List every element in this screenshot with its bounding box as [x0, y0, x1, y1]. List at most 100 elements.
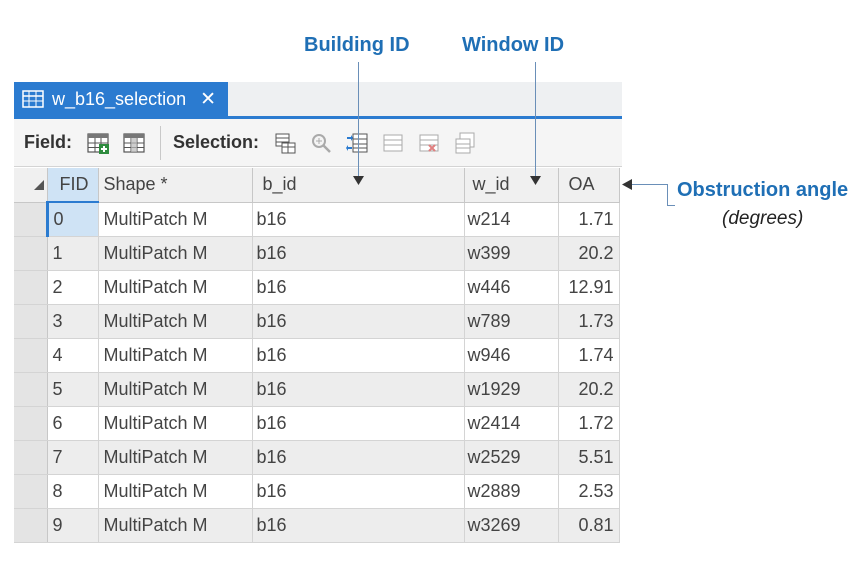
cell-fid[interactable]: 0 [45, 202, 99, 237]
cell-w-id[interactable]: w2529 [464, 440, 559, 475]
column-header-oa[interactable]: OA [558, 168, 620, 203]
table-row[interactable]: 0 MultiPatch Mb16 w214 1.71 [14, 202, 620, 237]
row-selector[interactable] [14, 474, 48, 509]
cell-fid[interactable]: 7 [47, 440, 99, 475]
cell-fid[interactable]: 3 [47, 304, 99, 339]
cell-oa[interactable]: 20.2 [558, 372, 620, 407]
close-icon[interactable]: ✕ [200, 88, 216, 111]
cell-oa[interactable]: 2.53 [558, 474, 620, 509]
cell-shape[interactable]: MultiPatch M [98, 304, 253, 339]
cell-fid[interactable]: 4 [47, 338, 99, 373]
cell-w-id[interactable]: w3269 [464, 508, 559, 543]
column-header-fid[interactable]: FID [47, 168, 99, 203]
tab-w-b16-selection[interactable]: w_b16_selection ✕ [14, 82, 228, 116]
cell-fid[interactable]: 8 [47, 474, 99, 509]
table-row[interactable]: 4 MultiPatch Mb16 w946 1.74 [14, 338, 620, 373]
table-row[interactable]: 5 MultiPatch Mb16 w1929 20.2 [14, 372, 620, 407]
table-row[interactable]: 1 MultiPatch Mb16 w399 20.2 [14, 236, 620, 271]
window-id-annotation: Window ID [462, 34, 565, 56]
cell-shape[interactable]: MultiPatch M [98, 406, 253, 441]
toolbar: Field: Selection: [14, 119, 622, 167]
cell-fid[interactable]: 1 [47, 236, 99, 271]
cell-b-id[interactable]: b16 [252, 304, 465, 339]
row-selector[interactable] [14, 406, 48, 441]
arrow-head-icon [530, 176, 541, 185]
cell-shape[interactable]: MultiPatch M [98, 474, 253, 509]
cell-oa[interactable]: 0.81 [558, 508, 620, 543]
cell-w-id[interactable]: w2889 [464, 474, 559, 509]
cell-shape[interactable]: MultiPatch M [98, 508, 253, 543]
cell-fid[interactable]: 9 [47, 508, 99, 543]
cell-shape[interactable]: MultiPatch M [98, 338, 253, 373]
row-selector[interactable] [14, 304, 48, 339]
cell-b-id[interactable]: b16 [252, 508, 465, 543]
cell-w-id[interactable]: w214 [464, 202, 559, 237]
row-selector[interactable] [14, 270, 48, 305]
cell-b-id[interactable]: b16 [252, 474, 465, 509]
cell-b-id[interactable]: b16 [252, 440, 465, 475]
row-selector[interactable] [14, 236, 48, 271]
calculate-field-icon[interactable] [122, 131, 146, 155]
table-icon [22, 90, 44, 108]
cell-shape[interactable]: MultiPatch M [98, 270, 253, 305]
select-by-attributes-icon[interactable] [273, 131, 297, 155]
cell-b-id[interactable]: b16 [252, 372, 465, 407]
row-selector[interactable] [14, 508, 48, 543]
table-row[interactable]: 7 MultiPatch Mb16 w2529 5.51 [14, 440, 620, 475]
tab-title: w_b16_selection [52, 88, 187, 109]
field-label: Field: [24, 132, 72, 152]
row-selector[interactable] [14, 440, 48, 475]
cell-b-id[interactable]: b16 [252, 202, 465, 237]
building-id-annotation: Building ID [304, 34, 410, 56]
obstruction-angle-arrow [632, 184, 668, 185]
table-row[interactable]: 3 MultiPatch Mb16 w789 1.73 [14, 304, 620, 339]
cell-fid[interactable]: 5 [47, 372, 99, 407]
cell-oa[interactable]: 12.91 [558, 270, 620, 305]
clear-selection-icon[interactable] [381, 131, 405, 155]
cell-shape[interactable]: MultiPatch M [98, 372, 253, 407]
row-selector[interactable] [14, 202, 48, 237]
cell-w-id[interactable]: w2414 [464, 406, 559, 441]
cell-oa[interactable]: 20.2 [558, 236, 620, 271]
corner-triangle-icon [33, 180, 44, 191]
cell-oa[interactable]: 1.71 [558, 202, 620, 237]
table-row[interactable]: 2 MultiPatch Mb16 w446 12.91 [14, 270, 620, 305]
cell-w-id[interactable]: w1929 [464, 372, 559, 407]
building-id-arrow [358, 62, 359, 180]
cell-oa[interactable]: 1.74 [558, 338, 620, 373]
arrow-head-icon [622, 179, 632, 190]
cell-w-id[interactable]: w446 [464, 270, 559, 305]
table-row[interactable]: 6 MultiPatch Mb16 w2414 1.72 [14, 406, 620, 441]
table-row[interactable]: 8 MultiPatch Mb16 w2889 2.53 [14, 474, 620, 509]
attribute-table: FID Shape * b_id w_id OA 0 MultiPatch Mb1… [14, 168, 620, 543]
cell-shape[interactable]: MultiPatch M [98, 202, 253, 237]
cell-fid[interactable]: 6 [47, 406, 99, 441]
row-selector[interactable] [14, 372, 48, 407]
select-all-corner[interactable] [14, 168, 48, 203]
cell-oa[interactable]: 1.72 [558, 406, 620, 441]
zoom-to-selection-icon[interactable] [309, 131, 333, 155]
cell-b-id[interactable]: b16 [252, 338, 465, 373]
toolbar-separator [160, 125, 161, 160]
cell-b-id[interactable]: b16 [252, 270, 465, 305]
cell-shape[interactable]: MultiPatch M [98, 236, 253, 271]
cell-fid[interactable]: 2 [47, 270, 99, 305]
cell-oa[interactable]: 5.51 [558, 440, 620, 475]
cell-shape[interactable]: MultiPatch M [98, 440, 253, 475]
cell-w-id[interactable]: w399 [464, 236, 559, 271]
cell-b-id[interactable]: b16 [252, 236, 465, 271]
column-header-shape[interactable]: Shape * [98, 168, 253, 203]
add-field-icon[interactable] [86, 131, 110, 155]
cell-w-id[interactable]: w946 [464, 338, 559, 373]
cell-b-id[interactable]: b16 [252, 406, 465, 441]
row-selector[interactable] [14, 338, 48, 373]
delete-selection-icon[interactable] [417, 131, 441, 155]
column-header-w-id[interactable]: w_id [464, 168, 559, 203]
copy-selection-icon[interactable] [453, 131, 477, 155]
arrow-head-icon [353, 176, 364, 185]
degrees-annotation: (degrees) [722, 208, 804, 229]
cell-w-id[interactable]: w789 [464, 304, 559, 339]
cell-oa[interactable]: 1.73 [558, 304, 620, 339]
attribute-table-pane: w_b16_selection ✕ Field: Selection: FID … [14, 82, 622, 552]
table-row[interactable]: 9 MultiPatch Mb16 w3269 0.81 [14, 508, 620, 543]
